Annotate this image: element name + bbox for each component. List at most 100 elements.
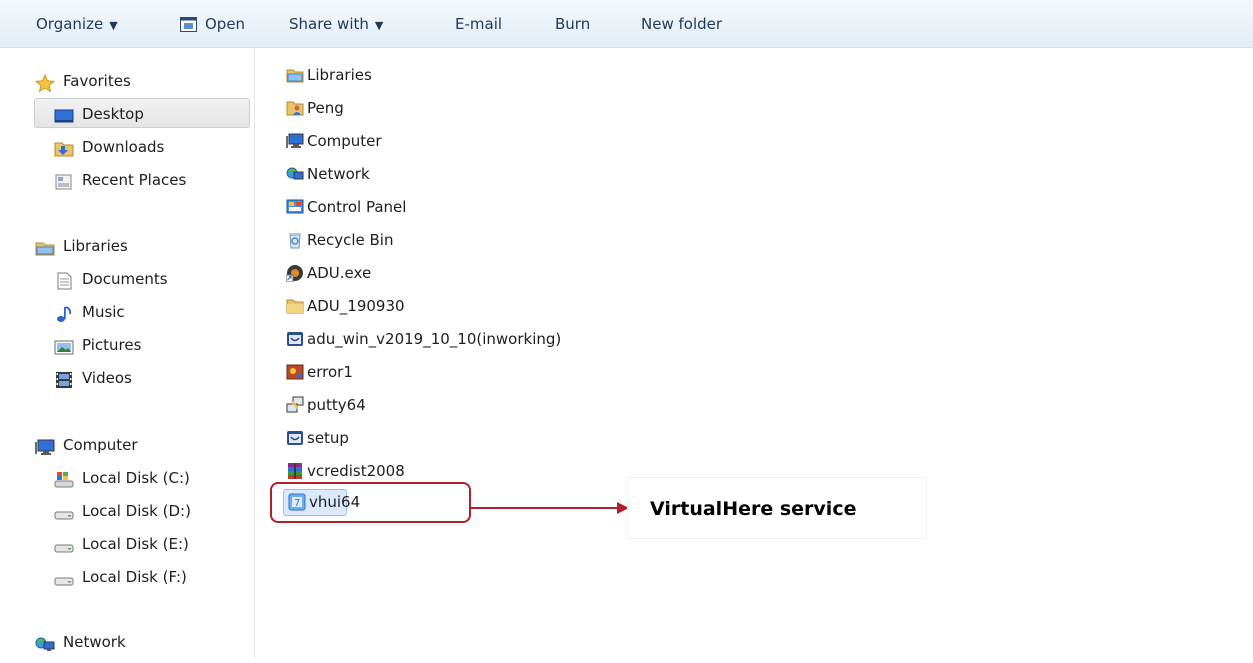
drive-icon xyxy=(54,568,74,586)
libraries-icon xyxy=(35,237,55,255)
open-button[interactable]: Open xyxy=(180,13,245,35)
nav-item-label: Videos xyxy=(82,369,132,387)
new-folder-label: New folder xyxy=(641,15,723,33)
network-icon xyxy=(35,633,55,651)
app-icon xyxy=(286,429,304,447)
chevron-down-icon: ▼ xyxy=(109,19,118,32)
file-name: Recycle Bin xyxy=(307,231,394,249)
nav-favorites-label: Favorites xyxy=(63,72,131,90)
burn-button[interactable]: Burn xyxy=(555,13,590,35)
nav-item-local-disk-c[interactable]: Local Disk (C:) xyxy=(54,463,190,493)
folder-icon xyxy=(286,297,304,315)
file-list: Libraries Peng Computer Network Control … xyxy=(254,47,1253,658)
nav-item-videos[interactable]: Videos xyxy=(54,363,132,393)
annotation-arrow-icon xyxy=(471,502,629,514)
nav-item-label: Recent Places xyxy=(82,171,187,189)
share-with-button[interactable]: Share with ▼ xyxy=(289,13,383,35)
libraries-icon xyxy=(286,66,304,84)
network-icon xyxy=(286,165,304,183)
star-icon xyxy=(34,72,56,92)
archive-icon xyxy=(286,462,304,480)
nav-item-label: Local Disk (E:) xyxy=(82,535,189,553)
drive-icon xyxy=(54,535,74,553)
image-file-icon xyxy=(286,363,304,381)
file-name: vcredist2008 xyxy=(307,462,405,480)
film-icon xyxy=(54,369,74,388)
file-name: Peng xyxy=(307,99,344,117)
nav-item-label: Local Disk (C:) xyxy=(82,469,190,487)
nav-item-label: Documents xyxy=(82,270,168,288)
nav-libraries-label: Libraries xyxy=(63,237,128,255)
annotation-label: VirtualHere service xyxy=(650,498,857,520)
file-item[interactable]: ADU_190930 xyxy=(286,293,405,319)
command-bar: Organize ▼ Open Share with ▼ E-mail Burn N… xyxy=(0,0,1253,48)
organize-button[interactable]: Organize ▼ xyxy=(36,13,118,35)
control-panel-icon xyxy=(286,198,304,216)
file-item[interactable]: setup xyxy=(286,425,349,451)
nav-network[interactable]: Network xyxy=(35,627,126,657)
file-item[interactable]: putty64 xyxy=(286,392,366,418)
nav-favorites[interactable]: Favorites xyxy=(34,66,131,96)
nav-item-music[interactable]: Music xyxy=(54,297,125,327)
file-name: Libraries xyxy=(307,66,372,84)
open-label: Open xyxy=(205,15,246,33)
nav-item-documents[interactable]: Documents xyxy=(54,264,168,294)
document-icon xyxy=(54,270,74,289)
pictures-icon xyxy=(54,336,74,354)
nav-item-desktop[interactable]: Desktop xyxy=(54,99,144,129)
file-name: ADU_190930 xyxy=(307,297,405,315)
navigation-pane: Favorites Desktop Downloads Recent Place… xyxy=(0,47,255,658)
file-item[interactable]: Network xyxy=(286,161,370,187)
nav-item-local-disk-e[interactable]: Local Disk (E:) xyxy=(54,529,189,559)
recent-places-icon xyxy=(54,171,74,189)
nav-network-label: Network xyxy=(63,633,126,651)
file-item[interactable]: Control Panel xyxy=(286,194,406,220)
file-name: Network xyxy=(307,165,370,183)
music-note-icon xyxy=(54,303,74,322)
organize-label: Organize xyxy=(36,15,104,33)
file-name: Control Panel xyxy=(307,198,407,216)
annotation-highlight-box xyxy=(270,482,471,523)
share-with-label: Share with xyxy=(289,15,369,33)
file-item[interactable]: error1 xyxy=(286,359,353,385)
nav-computer[interactable]: Computer xyxy=(35,430,138,460)
file-item[interactable]: Computer xyxy=(286,128,382,154)
nav-item-recent-places[interactable]: Recent Places xyxy=(54,165,186,195)
chevron-down-icon: ▼ xyxy=(374,19,384,32)
file-item[interactable]: Recycle Bin xyxy=(286,227,393,253)
exe-shortcut-icon xyxy=(285,264,304,282)
file-name: ADU.exe xyxy=(307,264,372,282)
nav-computer-label: Computer xyxy=(63,436,138,454)
annotation-label-box: VirtualHere service xyxy=(628,478,926,538)
file-name: putty64 xyxy=(307,396,366,414)
file-item[interactable]: adu_win_v2019_10_10(inworking) xyxy=(286,326,561,352)
desktop-icon xyxy=(54,105,74,123)
file-item[interactable]: Libraries xyxy=(286,62,372,88)
computer-icon xyxy=(286,132,304,150)
computer-icon xyxy=(35,436,55,455)
putty-icon xyxy=(286,396,304,414)
nav-item-local-disk-d[interactable]: Local Disk (D:) xyxy=(54,496,191,526)
file-name: Computer xyxy=(307,132,382,150)
nav-item-downloads[interactable]: Downloads xyxy=(54,132,164,162)
file-item[interactable]: vcredist2008 xyxy=(286,458,405,484)
email-button[interactable]: E-mail xyxy=(455,13,502,35)
nav-item-label: Downloads xyxy=(82,138,165,156)
file-name: adu_win_v2019_10_10(inworking) xyxy=(307,330,562,348)
file-name: error1 xyxy=(307,363,353,381)
downloads-icon xyxy=(54,138,74,156)
nav-item-label: Desktop xyxy=(82,105,144,123)
nav-libraries[interactable]: Libraries xyxy=(35,231,128,261)
nav-item-local-disk-f[interactable]: Local Disk (F:) xyxy=(54,562,187,592)
nav-item-label: Local Disk (D:) xyxy=(82,502,191,520)
nav-item-label: Local Disk (F:) xyxy=(82,568,187,586)
new-folder-button[interactable]: New folder xyxy=(641,13,722,35)
file-item[interactable]: Peng xyxy=(286,95,344,121)
drive-icon xyxy=(54,502,74,520)
file-name: setup xyxy=(307,429,349,447)
nav-item-pictures[interactable]: Pictures xyxy=(54,330,141,360)
burn-label: Burn xyxy=(555,15,591,33)
recycle-bin-icon xyxy=(286,231,304,249)
file-item[interactable]: ADU.exe xyxy=(285,260,372,286)
nav-item-label: Pictures xyxy=(82,336,142,354)
